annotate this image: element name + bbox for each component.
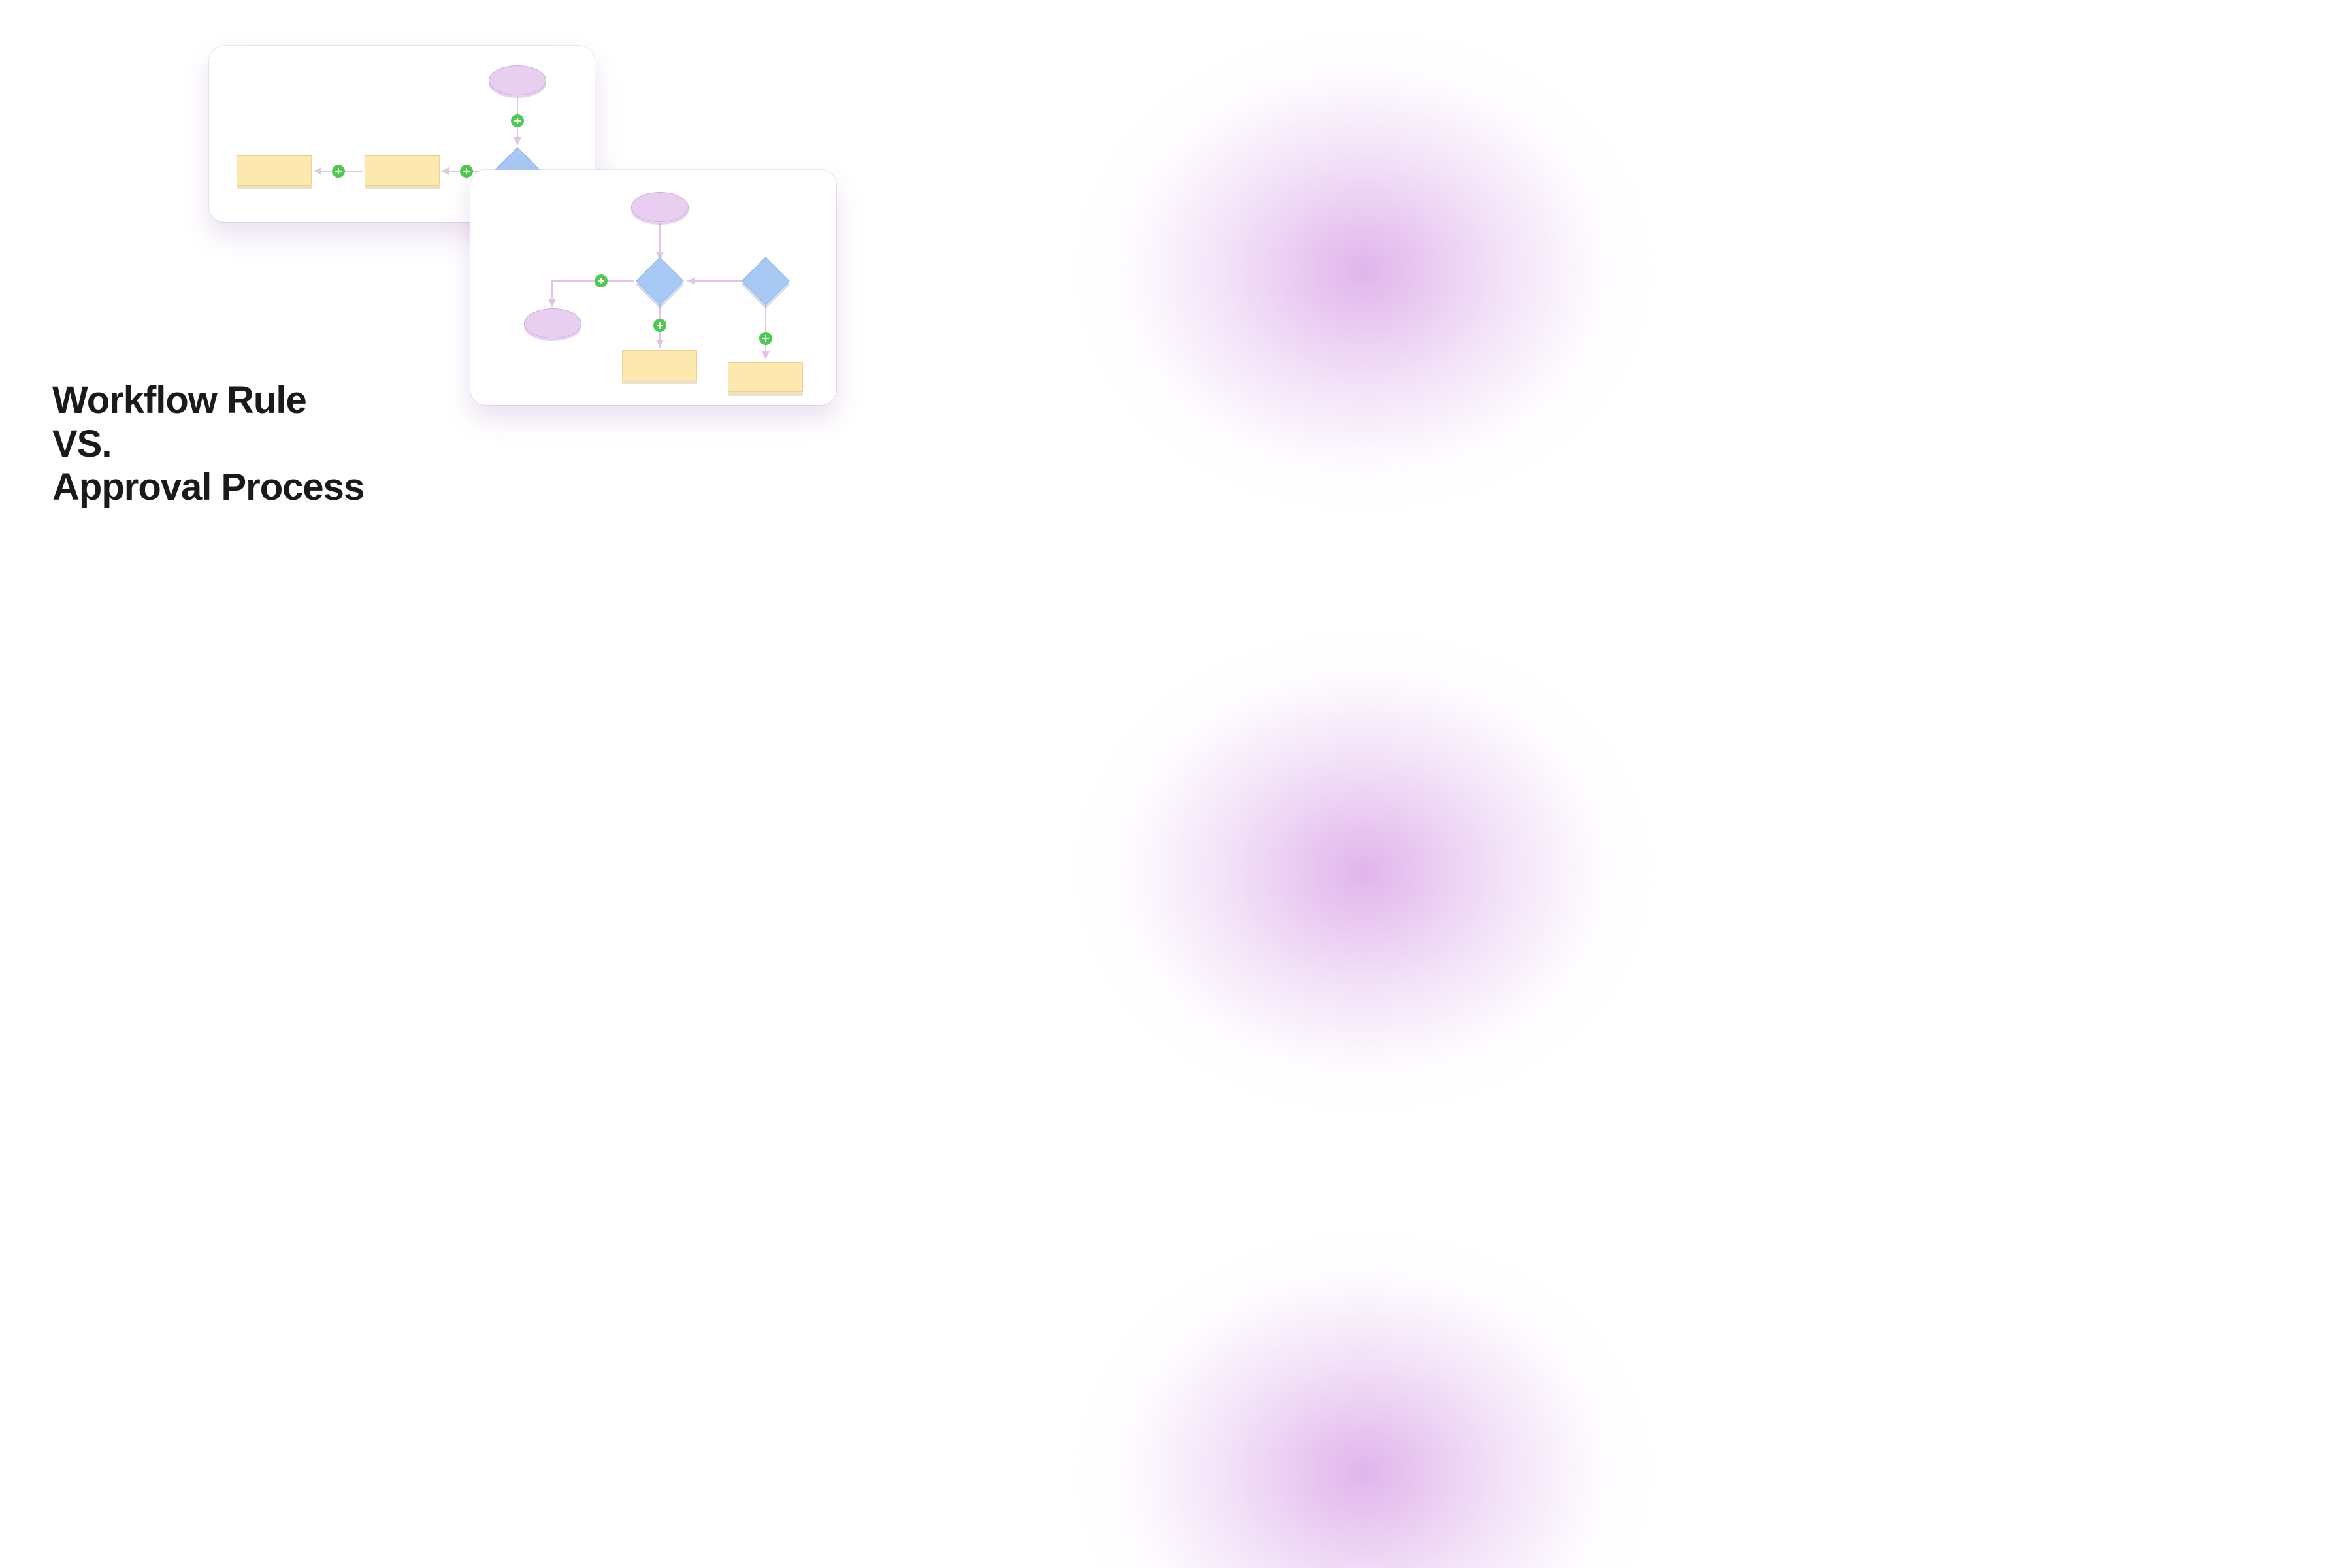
start-node (489, 65, 546, 95)
plus-icon (653, 319, 666, 332)
decision-node-1 (636, 257, 684, 305)
approval-process-card (470, 170, 836, 405)
start-node (631, 192, 689, 222)
heading-line-2: VS. (52, 423, 364, 466)
terminal-node (524, 308, 581, 338)
page-title: Workflow Rule VS. Approval Process (52, 379, 364, 510)
plus-icon (595, 274, 608, 287)
plus-icon (460, 165, 473, 178)
action-node-1 (365, 155, 440, 186)
action-node-2 (728, 362, 803, 392)
decision-node-2 (742, 257, 790, 305)
action-node-2 (237, 155, 312, 186)
heading-line-1: Workflow Rule (52, 379, 364, 423)
plus-icon (511, 114, 524, 127)
action-node-1 (622, 350, 697, 380)
plus-icon (759, 332, 772, 345)
heading-line-3: Approval Process (52, 466, 364, 510)
plus-icon (332, 165, 345, 178)
